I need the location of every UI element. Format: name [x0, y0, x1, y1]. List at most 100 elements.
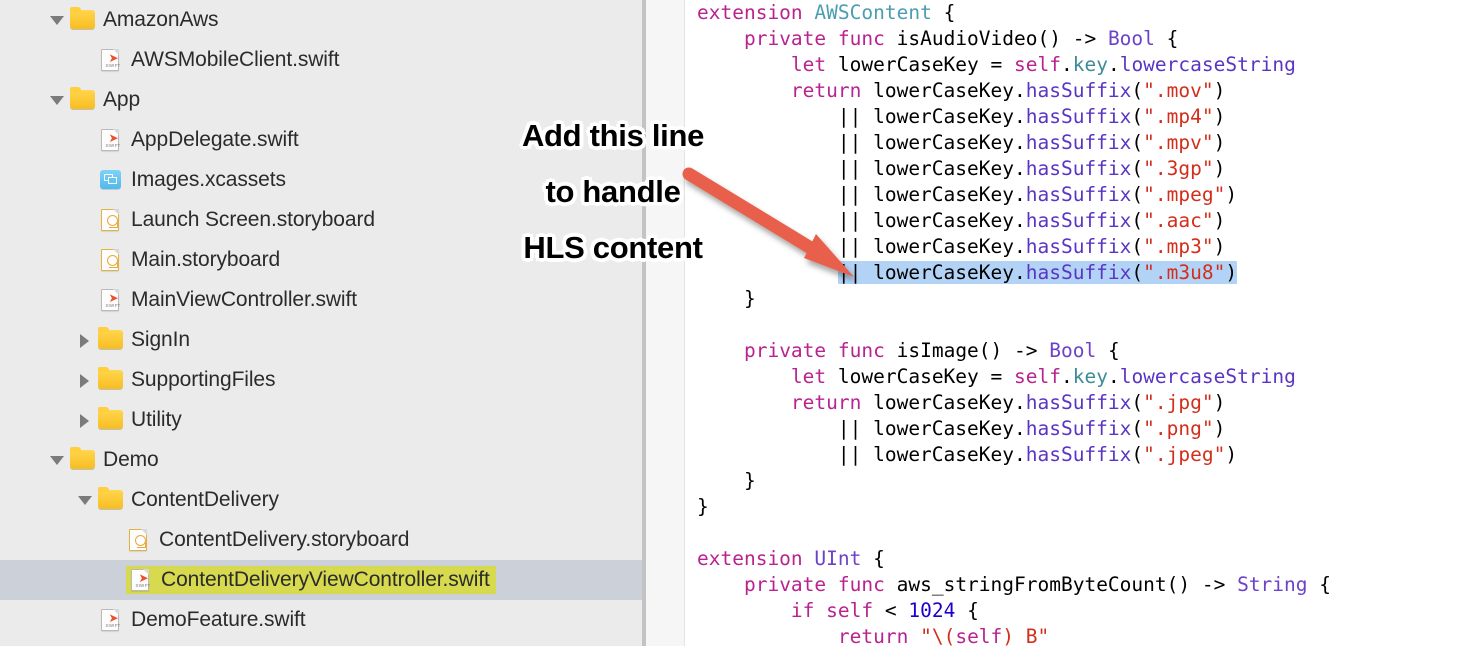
file-entry: Demo	[70, 447, 159, 472]
code-line[interactable]: let lowerCaseKey = self.key.lowercaseStr…	[697, 364, 1331, 390]
folder-icon	[70, 447, 96, 471]
navigator-row-content: ContentDelivery.storyboard	[0, 528, 409, 552]
chevron-right-icon[interactable]	[76, 331, 94, 349]
navigator-item-label: AWSMobileClient.swift	[131, 48, 340, 71]
code-line[interactable]: return "\(self) B"	[697, 624, 1331, 646]
navigator-row-content: Images.xcassets	[0, 168, 286, 192]
folder-icon	[98, 407, 124, 431]
project-navigator[interactable]: AmazonAws ➤ SWIFT AWSMobileClient.swift App ➤…	[0, 0, 642, 646]
navigator-row[interactable]: ➤ SWIFT AWSMobileClient.swift	[0, 40, 642, 80]
storyboard-file-icon	[126, 529, 152, 551]
navigator-row[interactable]: AmazonAws	[0, 0, 642, 40]
code-line[interactable]: || lowerCaseKey.hasSuffix(".png")	[697, 416, 1331, 442]
chevron-down-icon[interactable]	[48, 11, 66, 29]
navigator-row[interactable]: SignIn	[0, 320, 642, 360]
chevron-right-icon[interactable]	[76, 371, 94, 389]
file-entry: ContentDelivery	[98, 487, 279, 512]
navigator-row[interactable]: ➤ SWIFT AppDelegate.swift	[0, 120, 642, 160]
code-line[interactable]: private func isImage() -> Bool {	[697, 338, 1331, 364]
code-line[interactable]: || lowerCaseKey.hasSuffix(".mp4")	[697, 104, 1331, 130]
code-line[interactable]	[697, 520, 1331, 546]
navigator-row[interactable]: ContentDelivery	[0, 480, 642, 520]
chevron-right-icon[interactable]	[76, 411, 94, 429]
folder-icon	[98, 367, 124, 391]
navigator-row-content: SupportingFiles	[0, 367, 276, 392]
navigator-item-label: Demo	[103, 448, 159, 471]
code-line[interactable]: || lowerCaseKey.hasSuffix(".jpeg")	[697, 442, 1331, 468]
code-line[interactable]: if self < 1024 {	[697, 598, 1331, 624]
navigator-row-content: ➤ SWIFT DemoFeature.swift	[0, 608, 306, 632]
file-entry: SignIn	[98, 327, 190, 352]
folder-icon	[98, 487, 124, 511]
code-line[interactable]: }	[697, 494, 1331, 520]
file-entry: ContentDelivery.storyboard	[126, 528, 409, 552]
navigator-item-label: DemoFeature.swift	[131, 608, 306, 631]
code-line[interactable]: }	[697, 286, 1331, 312]
code-line[interactable]: extension AWSContent {	[697, 0, 1331, 26]
navigator-row[interactable]: SupportingFiles	[0, 360, 642, 400]
navigator-row[interactable]: ➤ SWIFT MainViewController.swift	[0, 280, 642, 320]
navigator-item-label: ContentDelivery	[131, 488, 279, 511]
navigator-row[interactable]: Demo	[0, 440, 642, 480]
code-line[interactable]: private func isAudioVideo() -> Bool {	[697, 26, 1331, 52]
file-entry: App	[70, 87, 141, 112]
code-line[interactable]: || lowerCaseKey.hasSuffix(".3gp")	[697, 156, 1331, 182]
code-line-selected[interactable]: || lowerCaseKey.hasSuffix(".m3u8")	[697, 260, 1331, 286]
navigator-row[interactable]: App	[0, 80, 642, 120]
code-line[interactable]: || lowerCaseKey.hasSuffix(".mpv")	[697, 130, 1331, 156]
navigator-row[interactable]: Launch Screen.storyboard	[0, 200, 642, 240]
code-line[interactable]: return lowerCaseKey.hasSuffix(".jpg")	[697, 390, 1331, 416]
folder-icon	[70, 87, 96, 111]
navigator-row[interactable]: Images.xcassets	[0, 160, 642, 200]
highlighted-file-entry: ➤ SWIFT ContentDeliveryViewController.swif…	[126, 566, 496, 594]
file-entry: Main.storyboard	[98, 248, 280, 272]
navigator-item-label: SignIn	[131, 328, 190, 351]
file-entry: Utility	[98, 407, 182, 432]
code-line[interactable]: }	[697, 468, 1331, 494]
swift-file-icon: ➤ SWIFT	[128, 569, 154, 591]
navigator-row-content: ➤ SWIFT AppDelegate.swift	[0, 128, 299, 152]
chevron-down-icon[interactable]	[48, 91, 66, 109]
navigator-item-label: MainViewController.swift	[131, 288, 357, 311]
code-line[interactable]: || lowerCaseKey.hasSuffix(".aac")	[697, 208, 1331, 234]
code-line[interactable]: return lowerCaseKey.hasSuffix(".mov")	[697, 78, 1331, 104]
navigator-row[interactable]: ➤ SWIFT ContentDeliveryViewController.swif…	[0, 560, 642, 600]
navigator-row-content: ➤ SWIFT AWSMobileClient.swift	[0, 48, 339, 72]
asset-catalog-icon	[98, 169, 124, 191]
chevron-down-icon[interactable]	[48, 451, 66, 469]
code-line[interactable]: || lowerCaseKey.hasSuffix(".mp3")	[697, 234, 1331, 260]
chevron-down-icon[interactable]	[76, 491, 94, 509]
navigator-item-label: App	[103, 88, 141, 111]
navigator-row-content: Demo	[0, 447, 159, 472]
navigator-row[interactable]: Utility	[0, 400, 642, 440]
navigator-row[interactable]: ContentDelivery.storyboard	[0, 520, 642, 560]
code-line[interactable]	[697, 312, 1331, 338]
swift-file-icon: ➤ SWIFT	[98, 49, 124, 71]
navigator-item-label: AppDelegate.swift	[131, 128, 299, 151]
source-code-editor[interactable]: extension AWSContent { private func isAu…	[685, 0, 1472, 646]
storyboard-file-icon	[98, 209, 124, 231]
folder-icon	[98, 327, 124, 351]
code-line[interactable]: extension UInt {	[697, 546, 1331, 572]
navigator-row-content: Utility	[0, 407, 182, 432]
file-entry: SupportingFiles	[98, 367, 276, 392]
swift-file-icon: ➤ SWIFT	[98, 289, 124, 311]
code-line[interactable]: private func aws_stringFromByteCount() -…	[697, 572, 1331, 598]
navigator-item-label: AmazonAws	[103, 8, 219, 31]
navigator-row-content: App	[0, 87, 141, 112]
editor-gutter	[646, 0, 685, 646]
file-entry: ➤ SWIFT AWSMobileClient.swift	[98, 48, 339, 72]
file-entry: Images.xcassets	[98, 168, 286, 192]
code-line[interactable]: || lowerCaseKey.hasSuffix(".mpeg")	[697, 182, 1331, 208]
navigator-row[interactable]: Main.storyboard	[0, 240, 642, 280]
navigator-row[interactable]: ➤ SWIFT DemoFeature.swift	[0, 600, 642, 640]
code-content[interactable]: extension AWSContent { private func isAu…	[697, 0, 1331, 646]
code-line[interactable]: let lowerCaseKey = self.key.lowercaseStr…	[697, 52, 1331, 78]
